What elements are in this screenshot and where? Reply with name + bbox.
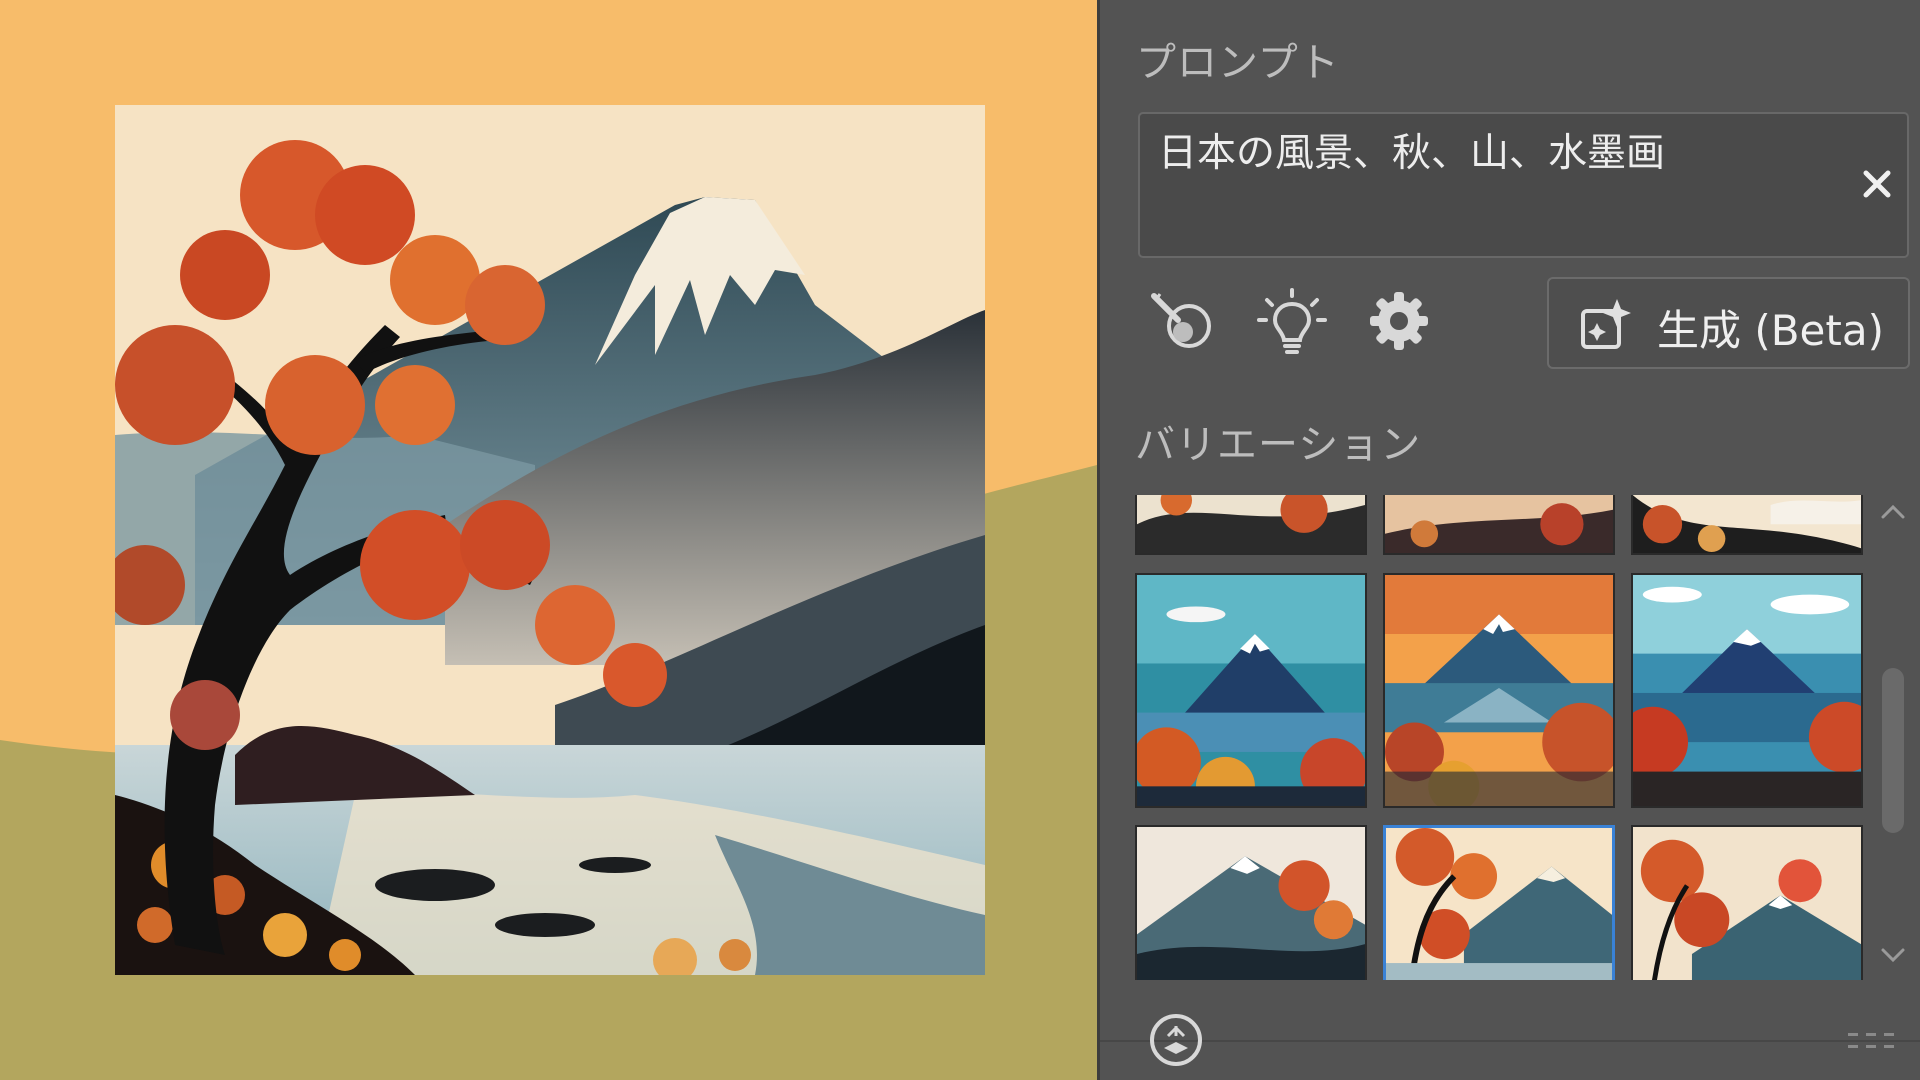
- variation-thumbnail[interactable]: [1383, 495, 1615, 555]
- generate-button-label: 生成 (Beta): [1657, 306, 1884, 355]
- artwork-image: [105, 105, 985, 982]
- gear-icon[interactable]: [1364, 286, 1434, 356]
- prompt-section-title: プロンプト: [1136, 40, 1340, 86]
- chevron-up-icon[interactable]: [1877, 495, 1909, 527]
- panel-footer-divider: [1100, 1040, 1920, 1042]
- lightbulb-icon[interactable]: [1257, 286, 1327, 356]
- variations-gallery: [1135, 495, 1875, 980]
- variation-thumbnail[interactable]: [1135, 495, 1367, 555]
- variation-thumbnail[interactable]: [1631, 495, 1863, 555]
- variation-thumbnail-selected[interactable]: [1383, 825, 1615, 980]
- variations-section-title: バリエーション: [1135, 422, 1422, 468]
- variation-thumbnail[interactable]: [1135, 825, 1367, 980]
- variation-thumbnail[interactable]: [1383, 573, 1615, 808]
- variation-thumbnail[interactable]: [1631, 573, 1863, 808]
- sparkle-frame-icon: [1577, 297, 1633, 353]
- canvas-area: [0, 0, 1097, 1080]
- layers-icon[interactable]: [1148, 1012, 1204, 1068]
- variation-thumbnail[interactable]: [1135, 573, 1367, 808]
- close-icon[interactable]: [1857, 164, 1897, 204]
- style-reference-icon[interactable]: [1148, 286, 1218, 356]
- prompt-input[interactable]: 日本の風景、秋、山、水墨画: [1138, 112, 1909, 258]
- scrollbar-thumb[interactable]: [1882, 668, 1904, 833]
- generative-panel: プロンプト 日本の風景、秋、山、水墨画 生成 (Beta) バリエーション: [1097, 0, 1920, 1080]
- variation-thumbnail[interactable]: [1631, 825, 1863, 980]
- prompt-input-value: 日本の風景、秋、山、水墨画: [1158, 131, 1666, 176]
- chevron-down-icon[interactable]: [1877, 940, 1909, 972]
- generate-button[interactable]: 生成 (Beta): [1547, 277, 1910, 369]
- generated-artwork[interactable]: [105, 105, 985, 982]
- resize-grip-icon[interactable]: [1846, 1030, 1896, 1052]
